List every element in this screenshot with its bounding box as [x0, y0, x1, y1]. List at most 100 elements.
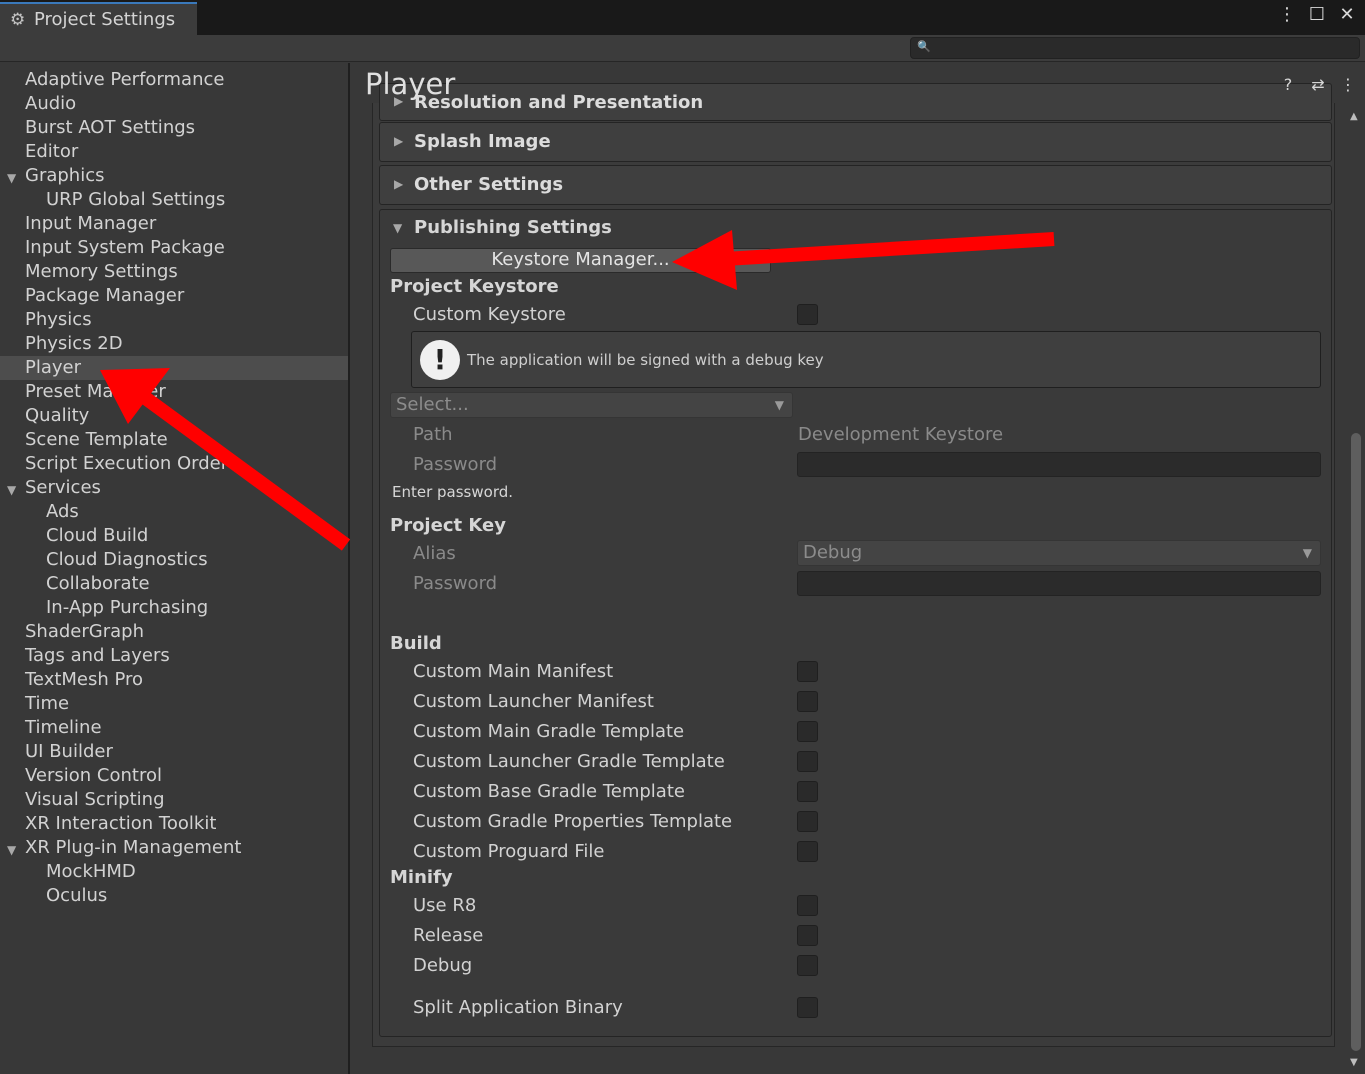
keystore-password-field[interactable]	[797, 452, 1321, 477]
page-title: Player	[365, 67, 456, 101]
sidebar-item-physics[interactable]: Physics	[25, 308, 92, 332]
sidebar-item-cloud-build[interactable]: Cloud Build	[46, 524, 148, 548]
kebab-menu-icon[interactable]: ⋮	[1339, 75, 1357, 94]
chevron-down-icon: ▼	[774, 398, 784, 412]
sidebar-item-timeline[interactable]: Timeline	[25, 716, 102, 740]
scrollbar-thumb[interactable]	[1351, 433, 1361, 1051]
path-value: Development Keystore	[798, 424, 1004, 445]
custom-launcher-manifest-checkbox[interactable]	[797, 691, 818, 712]
sidebar-item-visual-scripting[interactable]: Visual Scripting	[25, 788, 165, 812]
project-settings-tab[interactable]: ⚙ Project Settings	[0, 2, 197, 35]
alias-label: Alias	[413, 543, 456, 564]
sidebar-item-quality[interactable]: Quality	[25, 404, 89, 428]
sidebar-item-xr-plug-in-management[interactable]: XR Plug-in Management	[25, 836, 241, 860]
section-splash-image[interactable]: ▶ Splash Image	[379, 122, 1332, 162]
custom-main-gradle-template-checkbox[interactable]	[797, 721, 818, 742]
section-title: Resolution and Presentation	[414, 92, 704, 113]
settings-sidebar: ▼ ▼ ▼ Adaptive Performance Audio Burst A…	[0, 63, 348, 1074]
sidebar-item-in-app-purchasing[interactable]: In-App Purchasing	[46, 596, 208, 620]
sidebar-item-audio[interactable]: Audio	[25, 92, 76, 116]
minify-debug-checkbox[interactable]	[797, 955, 818, 976]
keystore-select-value: Select...	[396, 394, 469, 415]
alias-dropdown[interactable]: Debug ▼	[797, 540, 1321, 566]
scroll-down-icon[interactable]: ▼	[1350, 1057, 1358, 1068]
custom-launcher-gradle-template-checkbox[interactable]	[797, 751, 818, 772]
split-binary-label: Split Application Binary	[413, 997, 623, 1018]
sidebar-item-ui-builder[interactable]: UI Builder	[25, 740, 113, 764]
sidebar-item-ads[interactable]: Ads	[46, 500, 79, 524]
key-password-field[interactable]	[797, 571, 1321, 596]
use-r8-checkbox[interactable]	[797, 895, 818, 916]
sidebar-item-xr-interaction-toolkit[interactable]: XR Interaction Toolkit	[25, 812, 216, 836]
keystore-select-dropdown[interactable]: Select... ▼	[390, 392, 793, 418]
scroll-up-icon[interactable]: ▲	[1350, 111, 1358, 122]
help-icon[interactable]: ?	[1279, 75, 1297, 94]
sidebar-item-input-manager[interactable]: Input Manager	[25, 212, 156, 236]
sidebar-item-oculus[interactable]: Oculus	[46, 884, 107, 908]
build-option-label: Custom Launcher Gradle Template	[413, 751, 725, 772]
custom-proguard-file-checkbox[interactable]	[797, 841, 818, 862]
sidebar-item-script-execution-order[interactable]: Script Execution Order	[25, 452, 228, 476]
kebab-menu-icon[interactable]: ⋮	[1277, 4, 1297, 25]
expand-triangle-icon[interactable]: ▼	[7, 483, 16, 497]
expand-triangle-icon[interactable]: ▼	[7, 171, 16, 185]
sidebar-item-package-manager[interactable]: Package Manager	[25, 284, 184, 308]
sidebar-item-tags-and-layers[interactable]: Tags and Layers	[25, 644, 170, 668]
custom-keystore-checkbox[interactable]	[797, 304, 818, 325]
custom-gradle-properties-template-checkbox[interactable]	[797, 811, 818, 832]
sidebar-item-textmesh-pro[interactable]: TextMesh Pro	[25, 668, 143, 692]
sidebar-item-version-control[interactable]: Version Control	[25, 764, 162, 788]
section-title: Other Settings	[414, 174, 564, 195]
path-label: Path	[413, 424, 453, 445]
build-option-label: Custom Proguard File	[413, 841, 605, 862]
sidebar-item-mockhmd[interactable]: MockHMD	[46, 860, 136, 884]
publishing-settings-title[interactable]: Publishing Settings	[414, 217, 612, 238]
sidebar-item-player[interactable]: Player	[0, 356, 348, 380]
sidebar-item-preset-manager[interactable]: Preset Manager	[25, 380, 166, 404]
header-icons: ? ⇄ ⋮	[1279, 75, 1357, 94]
sidebar-item-services[interactable]: Services	[25, 476, 101, 500]
split-application-binary-checkbox[interactable]	[797, 997, 818, 1018]
minify-option-label: Release	[413, 925, 484, 946]
minify-option-label: Use R8	[413, 895, 477, 916]
sidebar-item-shadergraph[interactable]: ShaderGraph	[25, 620, 144, 644]
search-icon: 🔍	[917, 40, 931, 53]
maximize-icon[interactable]: ☐	[1307, 4, 1327, 25]
custom-main-manifest-checkbox[interactable]	[797, 661, 818, 682]
search-box[interactable]: 🔍	[910, 37, 1360, 59]
sidebar-item-time[interactable]: Time	[25, 692, 69, 716]
section-resolution-and-presentation[interactable]: ▶ Resolution and Presentation	[379, 83, 1332, 121]
sidebar-item-urp-global-settings[interactable]: URP Global Settings	[46, 188, 225, 212]
sidebar-item-adaptive-performance[interactable]: Adaptive Performance	[25, 68, 224, 92]
build-option-label: Custom Base Gradle Template	[413, 781, 685, 802]
debug-key-help-box: ! The application will be signed with a …	[411, 331, 1321, 388]
sidebar-item-graphics[interactable]: Graphics	[25, 164, 105, 188]
presets-icon[interactable]: ⇄	[1309, 75, 1327, 94]
enter-password-hint: Enter password.	[392, 483, 514, 501]
minify-release-checkbox[interactable]	[797, 925, 818, 946]
build-option-label: Custom Main Manifest	[413, 661, 614, 682]
sidebar-item-physics-2d[interactable]: Physics 2D	[25, 332, 123, 356]
chevron-down-icon: ▼	[1302, 546, 1312, 560]
expand-triangle-icon[interactable]: ▼	[7, 843, 16, 857]
sidebar-item-collaborate[interactable]: Collaborate	[46, 572, 150, 596]
section-other-settings[interactable]: ▶ Other Settings	[379, 165, 1332, 205]
project-keystore-header: Project Keystore	[390, 276, 559, 297]
expand-triangle-icon: ▶	[394, 134, 404, 148]
search-input[interactable]	[933, 39, 1353, 57]
gear-icon: ⚙	[10, 9, 26, 30]
alias-value: Debug	[803, 542, 863, 563]
sidebar-item-editor[interactable]: Editor	[25, 140, 78, 164]
sidebar-item-cloud-diagnostics[interactable]: Cloud Diagnostics	[46, 548, 208, 572]
sidebar-item-input-system-package[interactable]: Input System Package	[25, 236, 225, 260]
sidebar-item-burst-aot-settings[interactable]: Burst AOT Settings	[25, 116, 195, 140]
project-key-header: Project Key	[390, 515, 506, 536]
sidebar-item-scene-template[interactable]: Scene Template	[25, 428, 168, 452]
build-option-label: Custom Gradle Properties Template	[413, 811, 733, 832]
sidebar-item-memory-settings[interactable]: Memory Settings	[25, 260, 178, 284]
keystore-password-label: Password	[413, 454, 498, 475]
custom-base-gradle-template-checkbox[interactable]	[797, 781, 818, 802]
collapse-triangle-icon[interactable]: ▼	[393, 221, 402, 235]
close-icon[interactable]: ✕	[1337, 4, 1357, 25]
keystore-manager-button[interactable]: Keystore Manager...	[390, 248, 771, 273]
